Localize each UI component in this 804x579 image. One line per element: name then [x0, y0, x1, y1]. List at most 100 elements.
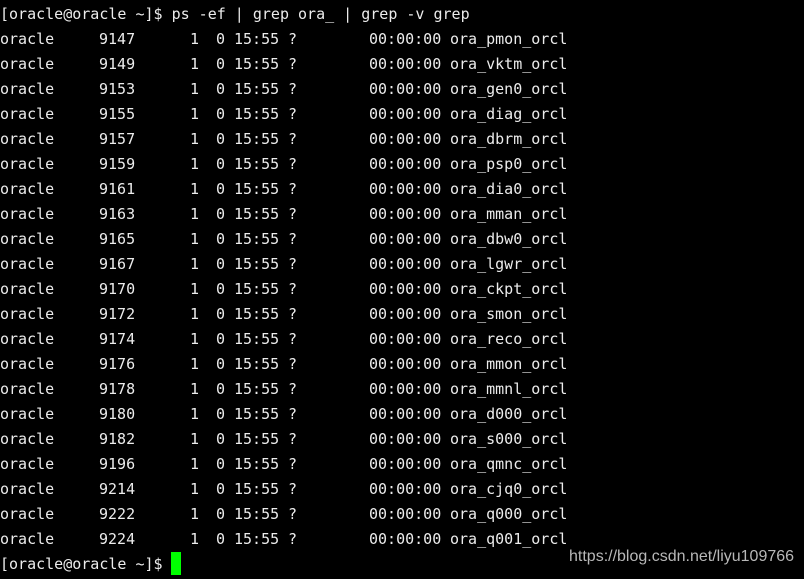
process-row: oracle 9167 1 0 15:55? 00:00:00 ora_lgwr_orcl	[0, 252, 804, 277]
process-row: oracle 9172 1 0 15:55? 00:00:00 ora_smon_orcl	[0, 302, 804, 327]
process-cmd: ora_mman_orcl	[450, 205, 568, 223]
process-c: 0	[216, 480, 226, 498]
process-cmd: ora_lgwr_orcl	[450, 255, 568, 273]
process-row: oracle 9176 1 0 15:55? 00:00:00 ora_mmon_orcl	[0, 352, 804, 377]
process-time: 00:00:00	[369, 330, 442, 348]
process-uid: oracle	[0, 380, 55, 398]
process-row: oracle 9178 1 0 15:55? 00:00:00 ora_mmnl_orcl	[0, 377, 804, 402]
process-tty: ?	[288, 305, 298, 323]
watermark: https://blog.csdn.net/liyu109766	[569, 548, 795, 565]
process-pid: 9170	[99, 280, 136, 298]
process-stime: 15:55	[234, 455, 280, 473]
process-row: oracle 9149 1 0 15:55? 00:00:00 ora_vktm_orcl	[0, 52, 804, 77]
process-stime: 15:55	[234, 180, 280, 198]
process-stime: 15:55	[234, 280, 280, 298]
process-cmd: ora_cjq0_orcl	[450, 480, 568, 498]
process-tty: ?	[288, 530, 298, 548]
process-time: 00:00:00	[369, 405, 442, 423]
process-ppid: 1	[190, 305, 200, 323]
process-ppid: 1	[190, 55, 200, 73]
process-time: 00:00:00	[369, 305, 442, 323]
process-ppid: 1	[190, 180, 200, 198]
process-stime: 15:55	[234, 480, 280, 498]
process-stime: 15:55	[234, 405, 280, 423]
process-pid: 9174	[99, 330, 136, 348]
process-stime: 15:55	[234, 55, 280, 73]
process-pid: 9180	[99, 405, 136, 423]
process-cmd: ora_mmnl_orcl	[450, 380, 568, 398]
process-row: oracle 9155 1 0 15:55? 00:00:00 ora_diag_orcl	[0, 102, 804, 127]
process-c: 0	[216, 55, 226, 73]
process-time: 00:00:00	[369, 105, 442, 123]
process-stime: 15:55	[234, 505, 280, 523]
process-c: 0	[216, 180, 226, 198]
process-uid: oracle	[0, 430, 55, 448]
process-time: 00:00:00	[369, 30, 442, 48]
process-time: 00:00:00	[369, 505, 442, 523]
process-pid: 9178	[99, 380, 136, 398]
process-pid: 9172	[99, 305, 136, 323]
process-stime: 15:55	[234, 230, 280, 248]
process-tty: ?	[288, 55, 298, 73]
process-pid: 9196	[99, 455, 136, 473]
process-uid: oracle	[0, 355, 55, 373]
process-ppid: 1	[190, 280, 200, 298]
process-tty: ?	[288, 30, 298, 48]
process-pid: 9149	[99, 55, 136, 73]
process-c: 0	[216, 405, 226, 423]
process-uid: oracle	[0, 255, 55, 273]
process-c: 0	[216, 80, 226, 98]
process-tty: ?	[288, 155, 298, 173]
process-stime: 15:55	[234, 205, 280, 223]
process-row: oracle 9159 1 0 15:55? 00:00:00 ora_psp0_orcl	[0, 152, 804, 177]
process-row: oracle 9170 1 0 15:55? 00:00:00 ora_ckpt_orcl	[0, 277, 804, 302]
process-stime: 15:55	[234, 30, 280, 48]
process-time: 00:00:00	[369, 155, 442, 173]
process-time: 00:00:00	[369, 355, 442, 373]
process-row: oracle 9165 1 0 15:55? 00:00:00 ora_dbw0_orcl	[0, 227, 804, 252]
process-stime: 15:55	[234, 330, 280, 348]
process-cmd: ora_pmon_orcl	[450, 30, 568, 48]
process-c: 0	[216, 455, 226, 473]
process-cmd: ora_reco_orcl	[450, 330, 568, 348]
process-time: 00:00:00	[369, 255, 442, 273]
process-ppid: 1	[190, 455, 200, 473]
process-tty: ?	[288, 505, 298, 523]
process-c: 0	[216, 105, 226, 123]
process-uid: oracle	[0, 530, 55, 548]
process-uid: oracle	[0, 480, 55, 498]
process-cmd: ora_d000_orcl	[450, 405, 568, 423]
process-uid: oracle	[0, 205, 55, 223]
process-pid: 9222	[99, 505, 136, 523]
process-pid: 9153	[99, 80, 136, 98]
process-tty: ?	[288, 205, 298, 223]
process-cmd: ora_dbrm_orcl	[450, 130, 568, 148]
process-stime: 15:55	[234, 430, 280, 448]
process-stime: 15:55	[234, 105, 280, 123]
process-row: oracle 9222 1 0 15:55? 00:00:00 ora_q000_orcl	[0, 502, 804, 527]
process-time: 00:00:00	[369, 480, 442, 498]
process-time: 00:00:00	[369, 180, 442, 198]
process-stime: 15:55	[234, 355, 280, 373]
process-uid: oracle	[0, 280, 55, 298]
process-uid: oracle	[0, 180, 55, 198]
process-cmd: ora_mmon_orcl	[450, 355, 568, 373]
process-pid: 9165	[99, 230, 136, 248]
process-cmd: ora_ckpt_orcl	[450, 280, 568, 298]
process-row: oracle 9147 1 0 15:55? 00:00:00 ora_pmon_orcl	[0, 27, 804, 52]
process-pid: 9161	[99, 180, 136, 198]
process-c: 0	[216, 230, 226, 248]
process-c: 0	[216, 355, 226, 373]
process-ppid: 1	[190, 355, 200, 373]
process-c: 0	[216, 430, 226, 448]
process-uid: oracle	[0, 80, 55, 98]
process-time: 00:00:00	[369, 530, 442, 548]
process-cmd: ora_vktm_orcl	[450, 55, 568, 73]
process-ppid: 1	[190, 405, 200, 423]
shell-prompt: [oracle@oracle ~]$	[0, 555, 172, 573]
process-c: 0	[216, 280, 226, 298]
process-pid: 9157	[99, 130, 136, 148]
process-ppid: 1	[190, 530, 200, 548]
process-time: 00:00:00	[369, 430, 442, 448]
process-uid: oracle	[0, 130, 55, 148]
